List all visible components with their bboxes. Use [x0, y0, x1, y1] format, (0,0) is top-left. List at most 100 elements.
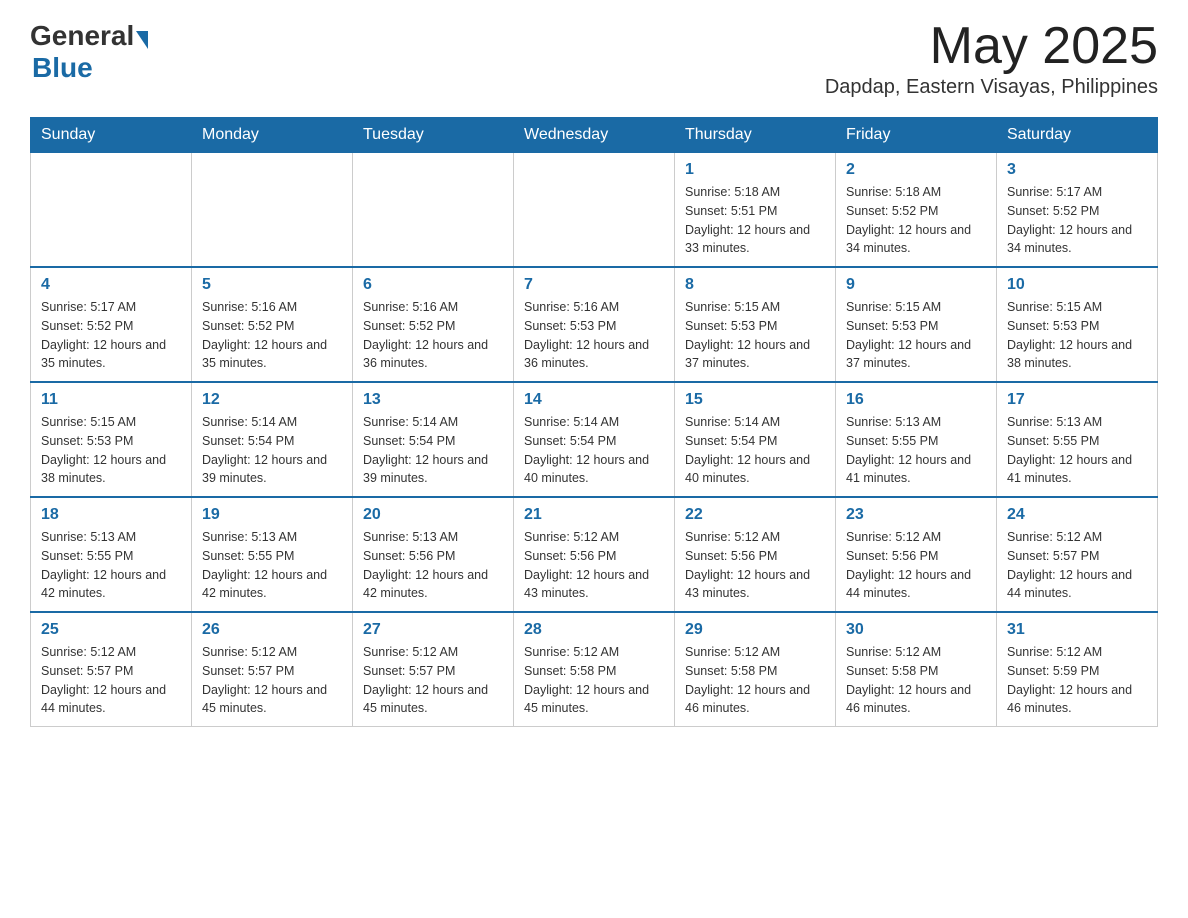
day-number: 7 — [524, 276, 664, 294]
calendar-week-row: 25 Sunrise: 5:12 AMSunset: 5:57 PMDaylig… — [31, 612, 1158, 727]
day-info: Sunrise: 5:12 AMSunset: 5:58 PMDaylight:… — [846, 643, 986, 718]
table-row: 5 Sunrise: 5:16 AMSunset: 5:52 PMDayligh… — [192, 267, 353, 382]
calendar-table: Sunday Monday Tuesday Wednesday Thursday… — [30, 117, 1158, 727]
day-info: Sunrise: 5:15 AMSunset: 5:53 PMDaylight:… — [41, 413, 181, 488]
day-number: 27 — [363, 621, 503, 639]
logo-blue: Blue — [32, 52, 93, 84]
table-row: 15 Sunrise: 5:14 AMSunset: 5:54 PMDaylig… — [675, 382, 836, 497]
calendar-title: May 2025 — [825, 20, 1158, 72]
header-thursday: Thursday — [675, 118, 836, 153]
day-info: Sunrise: 5:14 AMSunset: 5:54 PMDaylight:… — [202, 413, 342, 488]
day-number: 3 — [1007, 161, 1147, 179]
table-row: 16 Sunrise: 5:13 AMSunset: 5:55 PMDaylig… — [836, 382, 997, 497]
calendar-week-row: 1 Sunrise: 5:18 AMSunset: 5:51 PMDayligh… — [31, 153, 1158, 268]
day-info: Sunrise: 5:13 AMSunset: 5:55 PMDaylight:… — [41, 528, 181, 603]
day-info: Sunrise: 5:13 AMSunset: 5:55 PMDaylight:… — [202, 528, 342, 603]
table-row: 25 Sunrise: 5:12 AMSunset: 5:57 PMDaylig… — [31, 612, 192, 727]
day-number: 13 — [363, 391, 503, 409]
table-row: 30 Sunrise: 5:12 AMSunset: 5:58 PMDaylig… — [836, 612, 997, 727]
day-number: 11 — [41, 391, 181, 409]
day-info: Sunrise: 5:14 AMSunset: 5:54 PMDaylight:… — [363, 413, 503, 488]
table-row: 19 Sunrise: 5:13 AMSunset: 5:55 PMDaylig… — [192, 497, 353, 612]
day-info: Sunrise: 5:12 AMSunset: 5:56 PMDaylight:… — [685, 528, 825, 603]
table-row: 21 Sunrise: 5:12 AMSunset: 5:56 PMDaylig… — [514, 497, 675, 612]
day-number: 25 — [41, 621, 181, 639]
calendar-week-row: 11 Sunrise: 5:15 AMSunset: 5:53 PMDaylig… — [31, 382, 1158, 497]
day-info: Sunrise: 5:12 AMSunset: 5:58 PMDaylight:… — [524, 643, 664, 718]
header-wednesday: Wednesday — [514, 118, 675, 153]
table-row: 14 Sunrise: 5:14 AMSunset: 5:54 PMDaylig… — [514, 382, 675, 497]
day-number: 21 — [524, 506, 664, 524]
table-row: 24 Sunrise: 5:12 AMSunset: 5:57 PMDaylig… — [997, 497, 1158, 612]
day-number: 15 — [685, 391, 825, 409]
day-info: Sunrise: 5:12 AMSunset: 5:58 PMDaylight:… — [685, 643, 825, 718]
table-row: 27 Sunrise: 5:12 AMSunset: 5:57 PMDaylig… — [353, 612, 514, 727]
table-row: 1 Sunrise: 5:18 AMSunset: 5:51 PMDayligh… — [675, 153, 836, 268]
title-block: May 2025 Dapdap, Eastern Visayas, Philip… — [825, 20, 1158, 99]
calendar-week-row: 4 Sunrise: 5:17 AMSunset: 5:52 PMDayligh… — [31, 267, 1158, 382]
table-row — [353, 153, 514, 268]
table-row: 4 Sunrise: 5:17 AMSunset: 5:52 PMDayligh… — [31, 267, 192, 382]
day-number: 19 — [202, 506, 342, 524]
day-info: Sunrise: 5:16 AMSunset: 5:52 PMDaylight:… — [202, 298, 342, 373]
header-sunday: Sunday — [31, 118, 192, 153]
table-row: 8 Sunrise: 5:15 AMSunset: 5:53 PMDayligh… — [675, 267, 836, 382]
day-info: Sunrise: 5:15 AMSunset: 5:53 PMDaylight:… — [1007, 298, 1147, 373]
day-number: 14 — [524, 391, 664, 409]
calendar-week-row: 18 Sunrise: 5:13 AMSunset: 5:55 PMDaylig… — [31, 497, 1158, 612]
day-info: Sunrise: 5:12 AMSunset: 5:59 PMDaylight:… — [1007, 643, 1147, 718]
day-number: 18 — [41, 506, 181, 524]
day-info: Sunrise: 5:18 AMSunset: 5:52 PMDaylight:… — [846, 183, 986, 258]
day-number: 12 — [202, 391, 342, 409]
day-info: Sunrise: 5:18 AMSunset: 5:51 PMDaylight:… — [685, 183, 825, 258]
table-row: 7 Sunrise: 5:16 AMSunset: 5:53 PMDayligh… — [514, 267, 675, 382]
table-row — [192, 153, 353, 268]
table-row: 22 Sunrise: 5:12 AMSunset: 5:56 PMDaylig… — [675, 497, 836, 612]
day-number: 22 — [685, 506, 825, 524]
header-saturday: Saturday — [997, 118, 1158, 153]
day-number: 24 — [1007, 506, 1147, 524]
logo: General Blue — [30, 20, 148, 84]
day-number: 29 — [685, 621, 825, 639]
table-row: 11 Sunrise: 5:15 AMSunset: 5:53 PMDaylig… — [31, 382, 192, 497]
day-info: Sunrise: 5:12 AMSunset: 5:57 PMDaylight:… — [1007, 528, 1147, 603]
table-row: 12 Sunrise: 5:14 AMSunset: 5:54 PMDaylig… — [192, 382, 353, 497]
day-info: Sunrise: 5:15 AMSunset: 5:53 PMDaylight:… — [846, 298, 986, 373]
day-info: Sunrise: 5:13 AMSunset: 5:55 PMDaylight:… — [846, 413, 986, 488]
day-number: 20 — [363, 506, 503, 524]
table-row: 3 Sunrise: 5:17 AMSunset: 5:52 PMDayligh… — [997, 153, 1158, 268]
day-number: 23 — [846, 506, 986, 524]
table-row: 31 Sunrise: 5:12 AMSunset: 5:59 PMDaylig… — [997, 612, 1158, 727]
table-row: 29 Sunrise: 5:12 AMSunset: 5:58 PMDaylig… — [675, 612, 836, 727]
calendar-location: Dapdap, Eastern Visayas, Philippines — [825, 76, 1158, 99]
day-number: 31 — [1007, 621, 1147, 639]
logo-triangle-icon — [136, 31, 148, 49]
day-info: Sunrise: 5:12 AMSunset: 5:56 PMDaylight:… — [846, 528, 986, 603]
logo-general: General — [30, 20, 134, 52]
table-row: 13 Sunrise: 5:14 AMSunset: 5:54 PMDaylig… — [353, 382, 514, 497]
table-row — [31, 153, 192, 268]
day-info: Sunrise: 5:13 AMSunset: 5:55 PMDaylight:… — [1007, 413, 1147, 488]
table-row: 20 Sunrise: 5:13 AMSunset: 5:56 PMDaylig… — [353, 497, 514, 612]
day-number: 1 — [685, 161, 825, 179]
day-info: Sunrise: 5:17 AMSunset: 5:52 PMDaylight:… — [41, 298, 181, 373]
day-info: Sunrise: 5:14 AMSunset: 5:54 PMDaylight:… — [685, 413, 825, 488]
table-row: 17 Sunrise: 5:13 AMSunset: 5:55 PMDaylig… — [997, 382, 1158, 497]
header-friday: Friday — [836, 118, 997, 153]
day-number: 10 — [1007, 276, 1147, 294]
day-info: Sunrise: 5:13 AMSunset: 5:56 PMDaylight:… — [363, 528, 503, 603]
weekday-header-row: Sunday Monday Tuesday Wednesday Thursday… — [31, 118, 1158, 153]
table-row: 28 Sunrise: 5:12 AMSunset: 5:58 PMDaylig… — [514, 612, 675, 727]
day-number: 4 — [41, 276, 181, 294]
table-row: 26 Sunrise: 5:12 AMSunset: 5:57 PMDaylig… — [192, 612, 353, 727]
table-row: 6 Sunrise: 5:16 AMSunset: 5:52 PMDayligh… — [353, 267, 514, 382]
table-row: 23 Sunrise: 5:12 AMSunset: 5:56 PMDaylig… — [836, 497, 997, 612]
day-info: Sunrise: 5:12 AMSunset: 5:57 PMDaylight:… — [363, 643, 503, 718]
table-row: 2 Sunrise: 5:18 AMSunset: 5:52 PMDayligh… — [836, 153, 997, 268]
day-number: 26 — [202, 621, 342, 639]
day-info: Sunrise: 5:17 AMSunset: 5:52 PMDaylight:… — [1007, 183, 1147, 258]
page-header: General Blue May 2025 Dapdap, Eastern Vi… — [30, 20, 1158, 99]
table-row: 10 Sunrise: 5:15 AMSunset: 5:53 PMDaylig… — [997, 267, 1158, 382]
header-tuesday: Tuesday — [353, 118, 514, 153]
day-number: 30 — [846, 621, 986, 639]
